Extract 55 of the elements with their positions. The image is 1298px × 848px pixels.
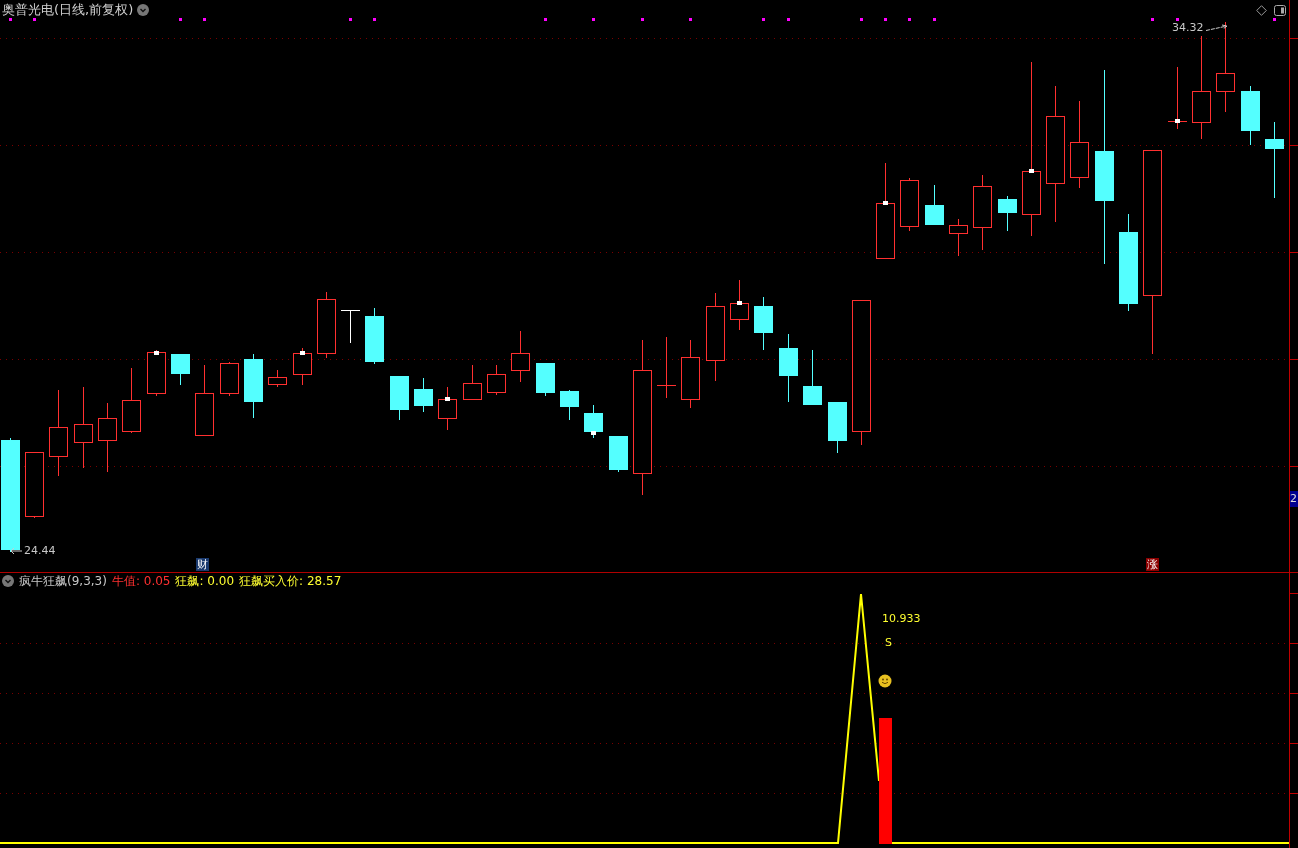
value-label: 10.933 [882, 612, 921, 625]
smiley-icon [878, 674, 892, 688]
candlestick [754, 296, 773, 351]
candlestick [949, 218, 968, 257]
candlestick [803, 349, 822, 406]
candlestick [584, 404, 603, 439]
candlestick [293, 347, 312, 386]
candlestick [828, 401, 847, 454]
candlestick [365, 307, 384, 365]
event-badge[interactable]: 财 [196, 558, 209, 571]
candlestick [779, 333, 798, 403]
candlestick [681, 339, 700, 409]
candlestick [1167, 66, 1188, 130]
arrow-icon [1204, 23, 1229, 32]
indicator-value: 狂飙: 0.00 [175, 574, 235, 588]
candlestick [195, 364, 214, 436]
indicator-value: 牛值: 0.05 [111, 574, 171, 588]
candlestick [171, 353, 190, 386]
candlestick [730, 279, 749, 331]
event-badge[interactable]: 涨 [1146, 558, 1159, 571]
dropdown-icon[interactable] [2, 575, 14, 587]
candlestick [268, 369, 287, 388]
candlestick [122, 367, 141, 434]
chart-title: 奥普光电(日线,前复权) [2, 2, 134, 18]
dropdown-icon[interactable] [137, 4, 150, 16]
candlestick [317, 291, 336, 359]
candlestick [1241, 85, 1260, 146]
candlestick [463, 364, 482, 401]
candlestick [656, 336, 677, 399]
indicator-name: 疯牛狂飙(9,3,3) [19, 574, 107, 588]
candlestick [147, 349, 166, 397]
candlestick [244, 353, 263, 419]
candlestick [536, 362, 555, 397]
candlestick [340, 309, 361, 344]
candlestick [220, 361, 239, 397]
candlestick [511, 330, 530, 383]
indicator-value: 狂飙买入价: 28.57 [239, 574, 342, 588]
price-label: 34.32 [1172, 22, 1204, 33]
axis-label: 2 [1290, 491, 1298, 507]
diamond-icon[interactable] [1256, 5, 1267, 16]
candlestick [98, 402, 117, 473]
candlestick [390, 375, 409, 421]
candlestick [560, 389, 579, 421]
price-label: 24.44 [24, 544, 56, 557]
signal-label: S [885, 636, 892, 649]
candlestick [25, 451, 44, 519]
candlestick [998, 195, 1017, 232]
candlestick [487, 364, 506, 396]
candlestick [438, 386, 457, 431]
arrow-icon [9, 546, 23, 555]
candlestick [609, 435, 628, 473]
candlestick [925, 184, 944, 226]
panel-toggle-icon[interactable] [1274, 5, 1286, 16]
candlestick [414, 377, 433, 413]
candlestick [900, 177, 919, 232]
